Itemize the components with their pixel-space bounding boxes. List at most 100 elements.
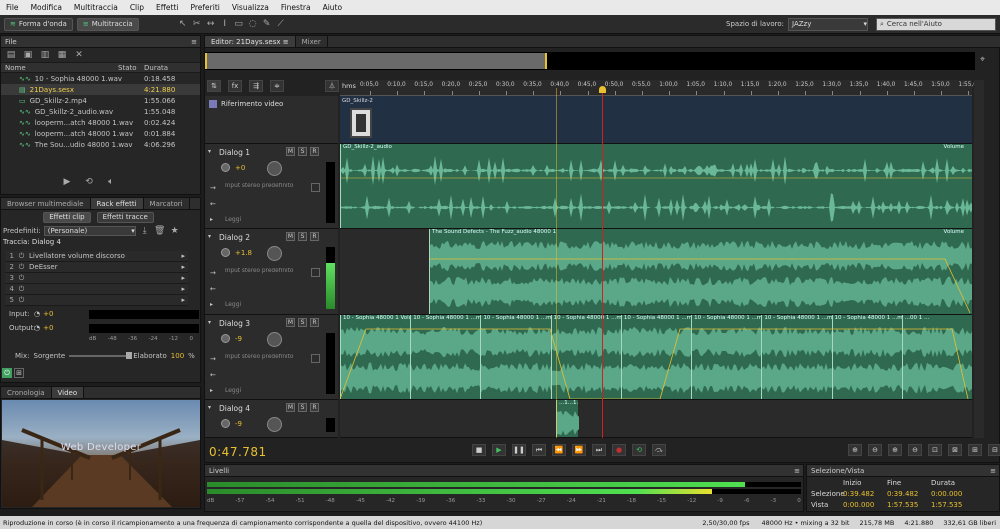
track-volume[interactable]: -9 [235,335,242,343]
selection-end-field[interactable]: 1:57.535 [887,501,918,509]
preset-select[interactable]: (Personale) ▾ [43,226,136,236]
loop-icon[interactable]: ⟲ [632,444,646,456]
open-folder-icon[interactable]: ▣ [22,49,34,61]
selection-dur-field[interactable]: 0:00.000 [931,490,962,498]
menu-aiuto[interactable]: Aiuto [317,0,349,15]
selection-end-field[interactable]: 0:39.482 [887,490,918,498]
track-volume[interactable]: +0 [235,164,245,172]
file-list-item[interactable]: ∿∿ GD_Skillz-2_audio.wav 1:55.048 [1,106,200,117]
track-record-button[interactable]: R [310,147,319,156]
delete-preset-icon[interactable]: 🗑︎ [154,225,166,237]
volume-knob-icon[interactable] [221,248,230,257]
chevron-right-icon[interactable]: ▸ [181,296,185,304]
history-tab[interactable]: Cronologia [1,387,52,398]
send-icon[interactable]: ⇶ [249,80,263,92]
pan-knob[interactable] [267,332,282,347]
track-solo-button[interactable]: S [298,232,307,241]
razor-tool-icon[interactable]: ✂ [191,18,203,30]
chevron-right-icon[interactable]: ▸ [181,252,185,260]
track-input-select[interactable]: Input stereo predefinito [225,354,301,364]
zoom-in-time-icon[interactable]: ⊕ [888,444,902,456]
effect-slot[interactable]: 2 ⏻ DeEsser ▸ [5,262,188,273]
monitor-icon[interactable] [311,268,320,277]
menu-preferiti[interactable]: Preferiti [184,0,225,15]
track-mute-button[interactable]: M [286,318,295,327]
zoom-in-track-icon[interactable]: ⊞ [968,444,982,456]
play-preview-icon[interactable]: ▶ [61,176,73,188]
automation-expand-icon[interactable]: ▸ [210,387,213,394]
tracks-scrollbar[interactable] [974,96,984,438]
monitor-icon[interactable] [311,354,320,363]
eq-icon[interactable]: ≑ [270,80,284,92]
overview-view-range[interactable] [205,53,547,69]
track-record-button[interactable]: R [310,403,319,412]
favorite-star-icon[interactable]: ★ [169,225,181,237]
volume-envelope[interactable] [340,315,972,400]
track-input-select[interactable]: Input stereo predefinito [225,183,301,193]
chevron-right-icon[interactable]: ▸ [181,263,185,271]
file-list-item[interactable]: ▤ 21Days.sesx 4:21.880 [1,84,200,95]
volume-knob-icon[interactable] [221,419,230,428]
automation-mode-select[interactable]: Leggi [225,387,241,394]
selection-cursor[interactable] [556,88,557,438]
save-icon[interactable]: ▦ [56,49,68,61]
panel-menu-icon[interactable]: ≡ [191,38,197,46]
marquee-tool-icon[interactable]: ▭ [233,18,245,30]
go-to-start-icon[interactable]: ⏮ [532,444,546,456]
pan-knob[interactable] [267,246,282,261]
track-record-button[interactable]: R [310,232,319,241]
menu-clip[interactable]: Clip [124,0,150,15]
chevron-right-icon[interactable]: ▸ [181,274,185,282]
clip-effects-tab[interactable]: Effetti clip [43,211,91,223]
zoom-in-amplitude-icon[interactable]: ⊕ [848,444,862,456]
save-preset-icon[interactable]: ⤓ [139,225,151,237]
loop-preview-icon[interactable]: ⟲ [83,176,95,188]
automation-mode-select[interactable]: Leggi [225,301,241,308]
mix-slider-handle[interactable] [126,352,133,359]
collapse-icon[interactable]: ▾ [208,148,211,155]
power-icon[interactable]: ⏻ [2,368,12,378]
panel-menu-icon[interactable]: ≡ [794,467,800,475]
track-mute-button[interactable]: M [286,147,295,156]
tab-browser-multimediale[interactable]: Browser multimediale [1,198,91,209]
playhead-line[interactable] [602,88,603,438]
menu-modifica[interactable]: Modifica [25,0,68,15]
effect-slot[interactable]: 1 ⏻ Livellatore volume discorso ▸ [5,251,188,262]
track-volume[interactable]: +1.8 [235,249,252,257]
overview-bar[interactable] [205,52,975,70]
track-solo-button[interactable]: S [298,147,307,156]
file-list-item[interactable]: ∿∿ 10 - Sophia 48000 1.wav 0:18.458 [1,73,200,84]
metronome-icon[interactable]: ⏃ [325,80,339,92]
mixer-icon[interactable]: ⇅ [207,80,221,92]
power-icon[interactable]: ⏻ [17,285,26,294]
track-lane[interactable]: GD_Skillz-2_audio Volume [340,144,972,229]
track-effects-tab[interactable]: Effetti tracce [96,211,154,223]
collapse-icon[interactable]: ▾ [208,319,211,326]
menu-visualizza[interactable]: Visualizza [226,0,275,15]
record-icon[interactable]: ● [612,444,626,456]
selection-start-field[interactable]: 0:00.000 [843,501,874,509]
track-name[interactable]: Dialog 2 [219,233,250,242]
move-tool-icon[interactable]: ↖ [177,18,189,30]
track-solo-button[interactable]: S [298,403,307,412]
mix-icon[interactable]: ⊞ [14,368,24,378]
waveform-mode-button[interactable]: ≋ Forma d'onda [4,17,73,31]
effect-slot[interactable]: 5 ⏻ ▸ [5,295,188,306]
collapse-icon[interactable]: ▾ [208,233,211,240]
tab-marcatori[interactable]: Marcatori [144,198,190,209]
track-name[interactable]: Dialog 1 [219,148,250,157]
power-icon[interactable]: ⏻ [17,296,26,305]
automation-mode-select[interactable]: Leggi [225,216,241,223]
selection-start-field[interactable]: 0:39.482 [843,490,874,498]
menu-finestra[interactable]: Finestra [275,0,317,15]
automation-expand-icon[interactable]: ▸ [210,216,213,223]
zoom-selection-icon[interactable]: ⊠ [948,444,962,456]
monitor-icon[interactable] [311,183,320,192]
rewind-icon[interactable]: ⏪ [552,444,566,456]
time-selection-tool-icon[interactable]: I [219,18,231,30]
zoom-full-icon[interactable]: ⊡ [928,444,942,456]
mix-slider[interactable] [69,352,133,359]
ruler-scrollbar[interactable] [974,80,984,96]
file-list-item[interactable]: ∿∿ The Sou...udio 48000 1.wav 4:06.296 [1,139,200,150]
input-knob-icon[interactable]: ◔ [34,310,40,318]
